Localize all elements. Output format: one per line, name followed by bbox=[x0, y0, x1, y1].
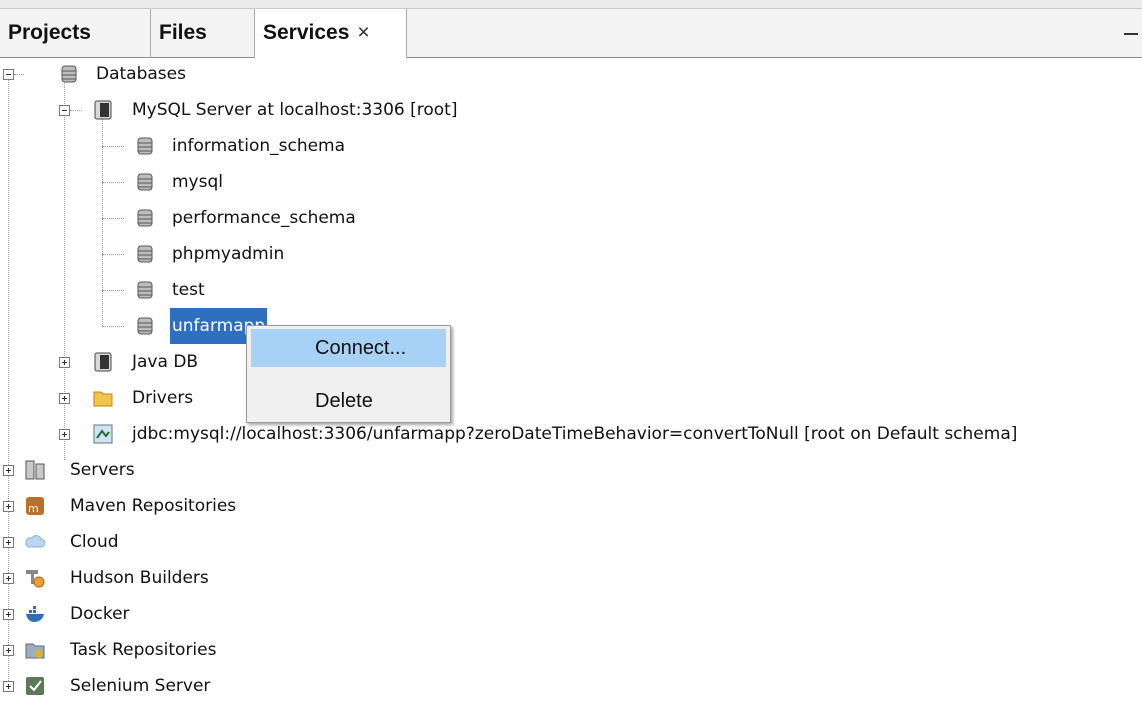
tree-node-label: information_schema bbox=[172, 136, 346, 156]
tree-node-label: Maven Repositories bbox=[70, 496, 237, 516]
maven-icon: m bbox=[26, 497, 44, 515]
tree-node-jdbc-connection[interactable]: jdbc:mysql://localhost:3306/unfarmapp?ze… bbox=[82, 416, 1140, 452]
task-repository-icon bbox=[25, 643, 45, 659]
tree-node-schema[interactable]: phpmyadmin bbox=[124, 236, 384, 272]
tree-node-schema[interactable]: test bbox=[124, 272, 384, 308]
database-icon bbox=[137, 317, 153, 335]
tree-node-hudson-builders[interactable]: Hudson Builders bbox=[24, 560, 324, 596]
tree-node-label: Task Repositories bbox=[70, 640, 217, 660]
tree-node-label: performance_schema bbox=[172, 208, 356, 228]
folder-icon bbox=[93, 391, 113, 407]
tree-node-label: MySQL Server at localhost:3306 [root] bbox=[132, 100, 458, 120]
tree-connector bbox=[102, 146, 124, 147]
tree-connector bbox=[70, 110, 82, 111]
tree-node-databases[interactable]: Databases bbox=[24, 56, 264, 92]
database-icon bbox=[137, 209, 153, 227]
tab-bar: Projects Files Services × bbox=[0, 8, 1142, 58]
database-icon bbox=[61, 65, 77, 83]
docker-icon bbox=[26, 606, 44, 622]
expand-toggle-icon[interactable] bbox=[3, 537, 14, 548]
tree-node-maven-repositories[interactable]: m Maven Repositories bbox=[24, 488, 344, 524]
minimize-icon[interactable] bbox=[1124, 33, 1138, 35]
context-menu: Connect... Delete bbox=[246, 325, 451, 423]
selenium-icon bbox=[26, 677, 44, 695]
expand-toggle-icon[interactable] bbox=[3, 501, 14, 512]
expand-toggle-icon[interactable] bbox=[3, 465, 14, 476]
tree-connector bbox=[102, 254, 124, 255]
database-icon bbox=[137, 137, 153, 155]
tree-node-label: Cloud bbox=[70, 532, 119, 552]
server-icon bbox=[94, 100, 112, 120]
close-icon[interactable]: × bbox=[357, 21, 369, 44]
tree-node-label: Servers bbox=[70, 460, 135, 480]
svg-text:m: m bbox=[28, 502, 39, 515]
tree-guide-mysql bbox=[102, 116, 103, 326]
tree-node-servers[interactable]: Servers bbox=[24, 452, 284, 488]
tree-node-mysql-server[interactable]: MySQL Server at localhost:3306 [root] bbox=[82, 92, 532, 128]
tree-node-task-repositories[interactable]: Task Repositories bbox=[24, 632, 324, 668]
services-tree: Databases MySQL Server at localhost:3306… bbox=[0, 58, 1142, 717]
tab-services[interactable]: Services × bbox=[255, 9, 407, 58]
tree-node-label: phpmyadmin bbox=[172, 244, 285, 264]
tree-guide-root bbox=[8, 80, 9, 685]
tree-connector bbox=[14, 74, 24, 75]
tree-node-schema[interactable]: mysql bbox=[124, 164, 384, 200]
tab-services-label: Services bbox=[263, 21, 350, 44]
expand-toggle-icon[interactable] bbox=[3, 645, 14, 656]
window-top-strip bbox=[0, 0, 1142, 8]
tab-projects-label: Projects bbox=[8, 21, 91, 44]
servers-icon bbox=[25, 460, 45, 480]
tree-node-label: Drivers bbox=[132, 388, 194, 408]
tree-node-schema[interactable]: performance_schema bbox=[124, 200, 384, 236]
tree-node-label: test bbox=[172, 280, 205, 300]
tab-projects[interactable]: Projects bbox=[0, 9, 151, 58]
expand-toggle-icon[interactable] bbox=[3, 573, 14, 584]
tree-connector bbox=[102, 182, 124, 183]
expand-toggle-icon[interactable] bbox=[3, 681, 14, 692]
tree-node-selenium-server[interactable]: Selenium Server bbox=[24, 668, 324, 704]
tree-connector bbox=[102, 326, 124, 327]
tree-connector bbox=[102, 218, 124, 219]
expand-toggle-icon[interactable] bbox=[59, 429, 70, 440]
tree-node-label: Hudson Builders bbox=[70, 568, 209, 588]
connect-menu-item[interactable]: Connect... bbox=[251, 329, 446, 367]
tree-node-label: Selenium Server bbox=[70, 676, 211, 696]
tree-node-label: Docker bbox=[70, 604, 130, 624]
server-icon bbox=[94, 352, 112, 372]
tree-node-docker[interactable]: Docker bbox=[24, 596, 284, 632]
database-icon bbox=[137, 281, 153, 299]
collapse-toggle-icon[interactable] bbox=[59, 105, 70, 116]
tree-node-label: Databases bbox=[96, 64, 186, 84]
tab-files-label: Files bbox=[159, 21, 207, 44]
connection-icon bbox=[93, 424, 113, 444]
tab-files[interactable]: Files bbox=[151, 9, 255, 58]
delete-menu-item[interactable]: Delete bbox=[251, 382, 446, 420]
collapse-toggle-icon[interactable] bbox=[3, 69, 14, 80]
expand-toggle-icon[interactable] bbox=[59, 393, 70, 404]
cloud-icon bbox=[25, 535, 46, 548]
tree-node-label: Java DB bbox=[132, 352, 199, 372]
database-icon bbox=[137, 173, 153, 191]
tree-node-schema[interactable]: information_schema bbox=[124, 128, 384, 164]
expand-toggle-icon[interactable] bbox=[59, 357, 70, 368]
hudson-icon bbox=[26, 570, 45, 588]
expand-toggle-icon[interactable] bbox=[3, 609, 14, 620]
tree-node-cloud[interactable]: Cloud bbox=[24, 524, 284, 560]
database-icon bbox=[137, 245, 153, 263]
tree-node-label: mysql bbox=[172, 172, 223, 192]
tree-connector bbox=[102, 290, 124, 291]
